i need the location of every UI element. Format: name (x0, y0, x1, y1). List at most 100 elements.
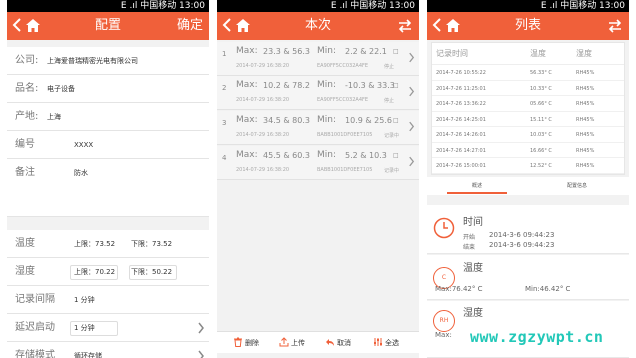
cancel-button[interactable]: 取消 (325, 336, 351, 350)
record-item[interactable]: 2 Max: 10.2 & 78.2 Min: -10.3 & 33.3 □ 2… (217, 76, 419, 110)
swap-icon[interactable] (607, 18, 623, 34)
chevron-right-icon[interactable] (408, 86, 415, 97)
record-status: 记录中 (384, 168, 400, 174)
chevron-right-icon[interactable] (408, 121, 415, 132)
confirm-button[interactable]: 确定 (177, 12, 203, 40)
store-value[interactable]: 循环存储 (74, 342, 102, 358)
chevron-right-icon[interactable] (197, 350, 205, 358)
store-mode-row[interactable]: 存储模式 循环存储 (7, 342, 209, 358)
checkbox[interactable]: □ (393, 82, 399, 89)
record-status: 记录中 (384, 133, 400, 139)
trash-icon (234, 337, 242, 347)
tab-config-info[interactable]: 配置信息 (567, 182, 587, 189)
code-value[interactable]: XXXX (74, 131, 93, 159)
cell-humid: RH45% (576, 101, 595, 107)
company-value[interactable]: 上海爱普瑞精密光电有限公司 (47, 47, 138, 75)
cell-temp: 05.66° C (530, 101, 552, 107)
cell-temp: 10.33° C (530, 85, 552, 92)
cell-humid: RH45% (576, 70, 595, 76)
min-value: -10.3 & 33.3 (345, 81, 395, 90)
record-status: 停止 (384, 64, 395, 70)
note-row[interactable]: 备注 防水 (7, 159, 209, 217)
header-humid: 湿度 (576, 49, 592, 58)
record-serial: BABB1001DF0EE7105 (317, 132, 373, 138)
upload-label: 上传 (291, 339, 305, 347)
select-all-button[interactable]: 全选 (373, 336, 399, 350)
max-value: 10.2 & 78.2 (263, 81, 310, 90)
table-row[interactable]: 2014-7-26 10:55:22 56.33° C RH45% (432, 65, 624, 81)
table-row[interactable]: 2014-7-26 11:25:01 10.33° C RH45% (432, 81, 624, 96)
temp-lower-field[interactable]: 下限：73.52 (131, 230, 172, 258)
humid-max: Max: (435, 331, 452, 339)
chevron-right-icon[interactable] (408, 52, 415, 63)
table-row[interactable]: 2014-7-26 15:00:01 12.52° C RH45% (432, 158, 624, 174)
header-time: 记录时间 (436, 49, 468, 58)
chevron-right-icon[interactable] (197, 322, 205, 334)
cell-time: 2014-7-26 14:26:01 (436, 132, 486, 138)
end-time: 2014-3-6 09:44:23 (489, 241, 555, 249)
temp-upper-field[interactable]: 上限：73.52 (74, 230, 115, 258)
origin-row[interactable]: 产地: 上海 (7, 103, 209, 131)
origin-label: 产地: (15, 111, 39, 122)
table-row[interactable]: 2014-7-26 14:27:01 16.66° C RH45% (432, 143, 624, 158)
store-label: 存储模式 (15, 350, 55, 358)
origin-value[interactable]: 上海 (47, 103, 61, 131)
min-label: Min: (317, 150, 337, 160)
humid-limit-row[interactable]: 湿度 上限：70.22 下限：50.22 (7, 258, 209, 286)
delay-value[interactable]: 1 分钟 (74, 314, 95, 342)
note-value[interactable]: 防水 (74, 159, 88, 187)
record-index: 3 (222, 119, 227, 127)
end-label: 结束 (463, 244, 476, 251)
watermark: www.zgzywpt.cn (470, 328, 604, 346)
record-item[interactable]: 4 Max: 45.5 & 60.3 Min: 5.2 & 10.3 □ 201… (217, 146, 419, 180)
record-serial: BABB1001DF0EE7105 (317, 167, 373, 173)
cell-temp: 56.33° C (530, 70, 552, 76)
record-date: 2014-07-29 16:38:20 (236, 167, 290, 173)
chevron-right-icon[interactable] (408, 156, 415, 167)
code-row[interactable]: 编号 XXXX (7, 131, 209, 159)
checkbox[interactable]: □ (393, 152, 399, 159)
table-row[interactable]: 2014-7-26 14:25:01 15.11° C RH45% (432, 112, 624, 127)
product-row[interactable]: 品名: 电子设备 (7, 75, 209, 103)
top-bar: 配置 确定 (7, 12, 209, 40)
checkbox[interactable]: □ (393, 117, 399, 124)
humidity-icon: RH (433, 310, 455, 332)
swap-icon[interactable] (397, 18, 413, 34)
table-header: 记录时间 温度 湿度 (432, 43, 624, 65)
cell-time: 2014-7-26 15:00:01 (436, 163, 486, 169)
company-row[interactable]: 公司: 上海爱普瑞精密光电有限公司 (7, 47, 209, 75)
min-label: Min: (317, 46, 337, 56)
upload-button[interactable]: 上传 (279, 336, 305, 350)
status-text: E .ıl 中国移动 13:00 (540, 1, 625, 11)
temp-limit-row[interactable]: 温度 上限：73.52 下限：73.52 (7, 230, 209, 258)
temp-title: 温度 (463, 263, 483, 274)
product-value[interactable]: 电子设备 (47, 75, 75, 103)
table-row[interactable]: 2014-7-26 14:26:01 10.03° C RH45% (432, 127, 624, 143)
tab-overview[interactable]: 概述 (472, 182, 482, 189)
top-bar: 本次 (217, 12, 419, 40)
record-item[interactable]: 1 Max: 23.3 & 56.3 Min: 2.2 & 22.1 □ 201… (217, 42, 419, 76)
record-item[interactable]: 3 Max: 34.5 & 80.3 Min: 10.9 & 25.6 □ 20… (217, 111, 419, 145)
config-screen: E .ıl 中国移动 13:00 配置 确定 公司: 上海爱普瑞精密光电有限公司… (7, 0, 209, 358)
cell-humid: RH45% (576, 132, 595, 138)
checkbox[interactable]: □ (393, 48, 399, 55)
delay-row[interactable]: 延迟启动 1 分钟 (7, 314, 209, 342)
session-screen: E .ıl 中国移动 13:00 本次 1 Max: 23.3 & 56.3 M… (217, 0, 419, 358)
delete-button[interactable]: 删除 (233, 336, 259, 350)
cell-time: 2014-7-26 10:55:22 (436, 70, 486, 76)
status-text: E .ıl 中国移动 13:00 (330, 1, 415, 11)
interval-value[interactable]: 1 分钟 (74, 286, 95, 314)
cell-temp: 10.03° C (530, 132, 552, 138)
table-row[interactable]: 2014-7-26 13:36:22 05.66° C RH45% (432, 96, 624, 112)
header-temp: 温度 (530, 49, 546, 58)
tab-bar: 概述 配置信息 (427, 177, 629, 195)
record-date: 2014-07-29 16:38:20 (236, 132, 290, 138)
cell-time: 2014-7-26 11:25:01 (436, 85, 486, 92)
humid-lower-field[interactable]: 下限：50.22 (131, 258, 172, 286)
cell-time: 2014-7-26 14:27:01 (436, 147, 486, 154)
humid-upper-field[interactable]: 上限：70.22 (74, 258, 115, 286)
interval-row[interactable]: 记录间隔 1 分钟 (7, 286, 209, 314)
record-serial: EA90FF5CC032A4FE (317, 63, 369, 69)
top-bar: 列表 (427, 12, 629, 40)
interval-label: 记录间隔 (15, 294, 55, 305)
